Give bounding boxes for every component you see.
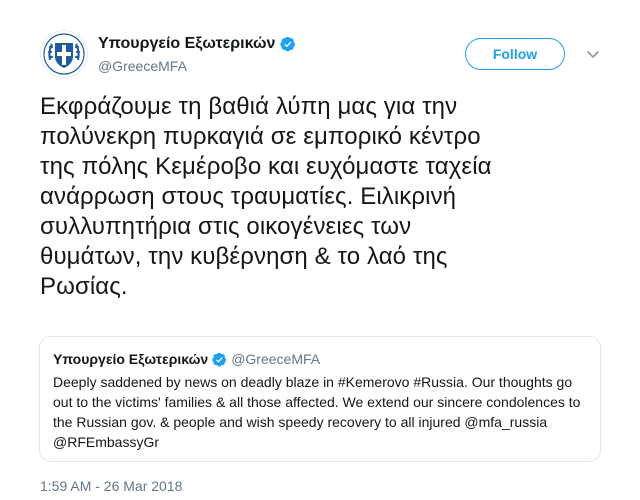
- tweet-timestamp[interactable]: 1:59 AM - 26 Mar 2018: [40, 478, 182, 494]
- chevron-down-icon[interactable]: [585, 46, 601, 62]
- quoted-handle: @GreeceMFA: [231, 351, 321, 367]
- follow-button[interactable]: Follow: [465, 38, 565, 70]
- quoted-display-name: Υπουργείο Εξωτερικών: [53, 351, 209, 367]
- avatar[interactable]: [40, 30, 88, 78]
- account-handle[interactable]: @GreeceMFA: [98, 58, 296, 74]
- verified-badge-icon: [280, 36, 296, 52]
- quoted-tweet-header: Υπουργείο Εξωτερικών @GreeceMFA: [53, 349, 587, 369]
- display-name-row: Υπουργείο Εξωτερικών: [98, 33, 296, 55]
- quoted-tweet[interactable]: Υπουργείο Εξωτερικών @GreeceMFA Deeply s…: [39, 336, 601, 462]
- display-name[interactable]: Υπουργείο Εξωτερικών: [98, 35, 275, 53]
- tweet-text: Εκφράζουμε τη βαθιά λύπη μας για την πολ…: [40, 93, 492, 300]
- quoted-tweet-text: Deeply saddened by news on deadly blaze …: [53, 374, 581, 450]
- account-header: Υπουργείο Εξωτερικών @GreeceMFA: [98, 33, 296, 74]
- greek-coat-of-arms-icon: [43, 33, 85, 75]
- verified-badge-icon: [212, 352, 227, 366]
- tweet-card: Υπουργείο Εξωτερικών @GreeceMFA Follow Ε…: [0, 0, 640, 500]
